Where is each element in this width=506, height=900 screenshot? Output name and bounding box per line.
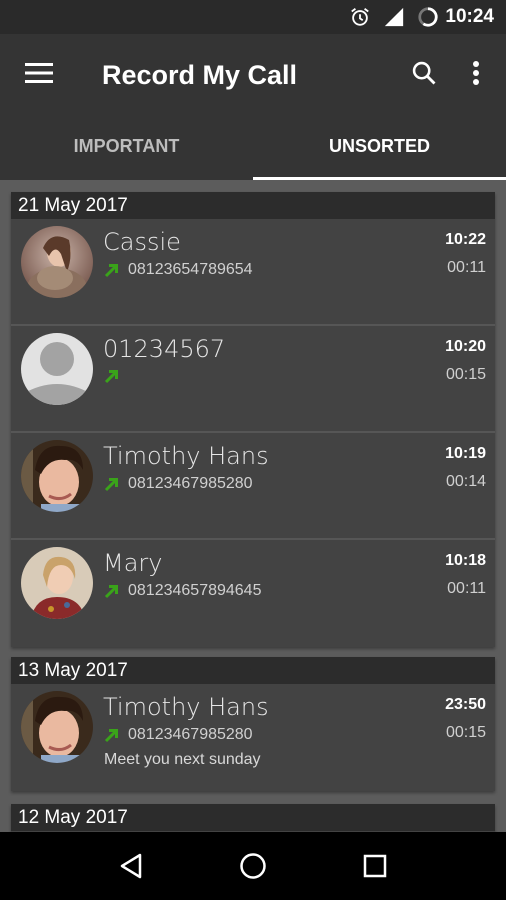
call-list[interactable]: 21 May 2017 Cassie 08123654789654 10:22 … — [0, 180, 506, 832]
call-duration: 00:15 — [445, 366, 486, 383]
status-time: 10:24 — [445, 6, 494, 27]
alarm-icon — [349, 6, 371, 28]
call-subline: 08123467985280 — [103, 475, 253, 493]
call-time: 10:22 — [445, 231, 486, 248]
recents-icon — [363, 854, 387, 878]
home-button[interactable] — [223, 836, 283, 896]
tab-unsorted[interactable]: UNSORTED — [253, 116, 506, 180]
call-item[interactable]: Timothy Hans 08123467985280 10:19 00:14 — [11, 433, 495, 540]
phone-number: 08123467985280 — [128, 475, 253, 492]
call-time: 10:18 — [445, 552, 486, 569]
phone-number: 08123654789654 — [128, 261, 253, 278]
call-duration: 00:14 — [445, 473, 486, 490]
home-icon — [240, 853, 266, 879]
call-duration: 00:11 — [447, 259, 486, 276]
call-time: 23:50 — [445, 696, 486, 713]
call-time: 10:19 — [445, 445, 486, 462]
caller-name: Mary — [103, 549, 163, 577]
search-button[interactable] — [398, 34, 450, 116]
call-note: Meet you next sunday — [104, 751, 261, 768]
outgoing-call-icon — [104, 728, 118, 742]
outgoing-call-icon — [104, 584, 118, 598]
avatar — [21, 691, 93, 763]
status-bar: 10:24 — [0, 0, 506, 34]
date-header: 13 May 2017 — [11, 657, 495, 684]
call-duration: 00:11 — [447, 580, 486, 597]
call-subline: 08123467985280 — [103, 726, 253, 744]
date-header: 12 May 2017 — [11, 804, 495, 831]
call-item[interactable]: Cassie 08123654789654 10:22 00:11 — [11, 219, 495, 326]
menu-icon — [25, 62, 53, 89]
outgoing-call-icon — [104, 370, 118, 384]
date-header: 21 May 2017 — [11, 192, 495, 219]
call-item[interactable]: Timothy Hans 08123467985280 Meet you nex… — [11, 684, 495, 791]
call-subline: 081234657894645 — [103, 582, 261, 600]
outgoing-call-icon — [104, 477, 118, 491]
recents-button[interactable] — [345, 836, 405, 896]
date-group: 12 May 2017 — [11, 804, 495, 832]
phone-number: 08123467985280 — [128, 726, 253, 743]
call-duration: 00:15 — [445, 724, 486, 741]
system-nav-bar — [0, 832, 506, 900]
battery-charging-icon — [417, 6, 439, 28]
tab-important[interactable]: IMPORTANT — [0, 116, 253, 180]
caller-name: 01234567 — [103, 335, 226, 363]
avatar — [21, 547, 93, 619]
menu-button[interactable] — [0, 34, 80, 116]
avatar-placeholder — [21, 333, 93, 405]
caller-name: Timothy Hans — [103, 693, 269, 721]
call-item[interactable]: 01234567 10:20 00:15 — [11, 326, 495, 433]
app-bar: Record My Call — [0, 34, 506, 116]
back-button[interactable] — [101, 836, 161, 896]
caller-name: Cassie — [103, 228, 181, 256]
caller-name: Timothy Hans — [103, 442, 269, 470]
back-icon — [120, 853, 142, 879]
more-vert-icon — [472, 60, 480, 91]
call-time: 10:20 — [445, 338, 486, 355]
tab-bar: IMPORTANT UNSORTED — [0, 116, 506, 180]
date-group: 13 May 2017 Timothy Hans 08123467985280 … — [11, 657, 495, 791]
avatar — [21, 226, 93, 298]
date-group: 21 May 2017 Cassie 08123654789654 10:22 … — [11, 192, 495, 647]
phone-number: 081234657894645 — [128, 582, 262, 599]
more-options-button[interactable] — [450, 34, 502, 116]
call-item[interactable]: Mary 081234657894645 10:18 00:11 — [11, 540, 495, 647]
signal-icon — [383, 6, 405, 28]
outgoing-call-icon — [104, 263, 118, 277]
call-subline: 08123654789654 — [103, 261, 253, 279]
avatar — [21, 440, 93, 512]
search-icon — [410, 59, 438, 92]
app-title: Record My Call — [102, 59, 298, 90]
call-subline — [103, 368, 128, 385]
